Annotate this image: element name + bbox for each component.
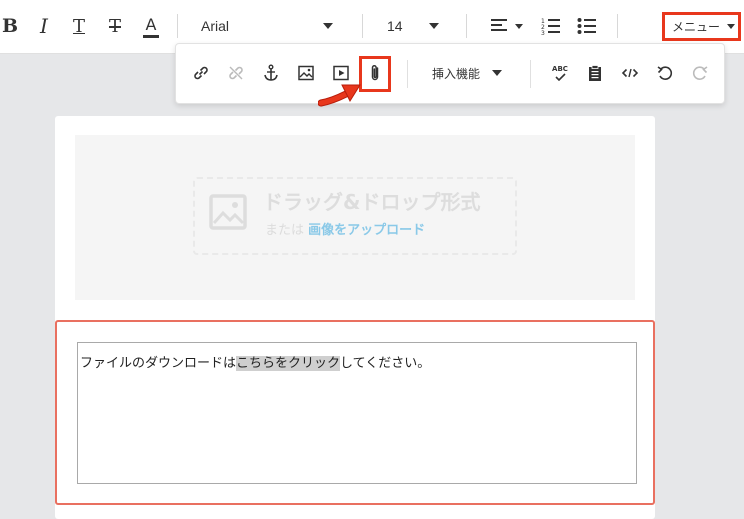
chevron-down-icon <box>323 23 333 29</box>
insert-feature-dropdown[interactable]: 挿入機能 <box>432 62 502 84</box>
image-icon <box>298 65 314 81</box>
toolbar-divider <box>617 14 618 38</box>
insert-image-button[interactable] <box>295 62 317 84</box>
italic-button[interactable]: I <box>34 13 54 39</box>
insert-feature-label: 挿入機能 <box>432 66 481 81</box>
code-icon <box>621 68 639 78</box>
unlink-button[interactable] <box>225 62 247 84</box>
pointer-arrow-icon <box>318 84 361 107</box>
spellcheck-label: ABC <box>552 65 568 73</box>
align-dropdown-button[interactable] <box>490 13 526 39</box>
dropzone-or-text: または <box>265 223 305 238</box>
download-link[interactable]: こちらをクリック <box>236 356 341 371</box>
undo-button[interactable] <box>654 62 676 84</box>
image-placeholder-icon <box>209 194 247 230</box>
undo-icon <box>657 66 673 80</box>
dropzone-subtitle: または 画像をアップロード <box>265 219 425 238</box>
checkmark-icon <box>555 73 566 81</box>
bullet-list-button[interactable] <box>576 13 598 39</box>
toolbar-divider <box>177 14 178 38</box>
paste-button[interactable] <box>584 62 606 84</box>
ordered-list-icon: 1 2 3 <box>541 18 560 36</box>
dropzone-title: ドラッグ&ドロップ形式 <box>263 190 481 214</box>
bullet-list-icon <box>577 18 596 34</box>
chevron-down-icon <box>492 70 502 76</box>
spellcheck-button[interactable]: ABC <box>549 62 571 84</box>
insert-link-button[interactable] <box>190 62 212 84</box>
bold-button[interactable]: B <box>0 13 20 39</box>
popup-divider <box>530 60 531 88</box>
redo-icon <box>692 66 708 80</box>
text-content-area[interactable]: ファイルのダウンロードはこちらをクリックしてください。 <box>77 342 637 484</box>
anchor-icon <box>264 64 278 81</box>
popup-divider <box>407 60 408 88</box>
font-family-value: Arial <box>201 18 230 34</box>
toolbar-divider <box>362 14 363 38</box>
text-color-bar <box>143 34 159 38</box>
text-before-link: ファイルのダウンロードは <box>80 356 237 371</box>
menu-button[interactable]: メニュー <box>662 12 741 41</box>
redo-button[interactable] <box>689 62 711 84</box>
text-color-button[interactable]: A <box>140 13 162 39</box>
insert-anchor-button[interactable] <box>260 62 282 84</box>
code-view-button[interactable] <box>619 62 641 84</box>
underline-button[interactable]: T <box>68 13 90 39</box>
svg-text:3: 3 <box>541 30 545 36</box>
font-family-select[interactable]: Arial <box>201 13 333 39</box>
toolbar-divider <box>466 14 467 38</box>
menu-button-label: メニュー <box>672 20 721 34</box>
align-left-icon <box>491 19 523 31</box>
text-color-glyph: A <box>145 14 157 34</box>
clipboard-icon <box>589 65 601 81</box>
link-icon <box>194 66 208 80</box>
upload-image-link[interactable]: 画像をアップロード <box>308 223 425 238</box>
unlink-icon <box>229 66 243 80</box>
ordered-list-button[interactable]: 1 2 3 <box>540 13 562 39</box>
text-after-link: してください。 <box>340 356 431 371</box>
chevron-down-icon <box>429 23 439 29</box>
chevron-down-icon <box>727 24 735 29</box>
more-tools-popup: 挿入機能 ABC <box>175 43 725 104</box>
font-size-value: 14 <box>387 18 403 34</box>
font-size-select[interactable]: 14 <box>387 13 439 39</box>
strikethrough-button[interactable]: T <box>104 13 126 39</box>
